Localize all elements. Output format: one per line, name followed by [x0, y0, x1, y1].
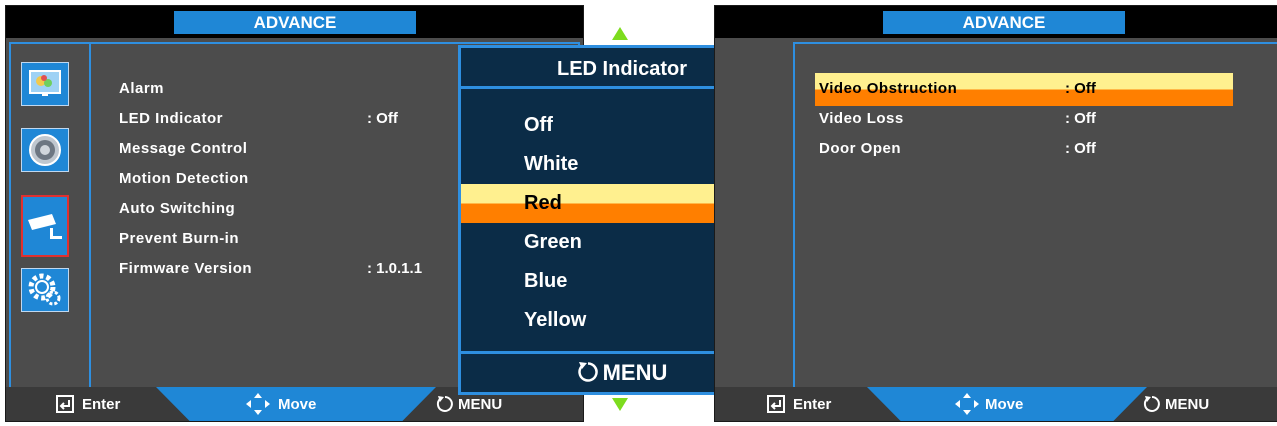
return-icon	[1143, 396, 1160, 412]
scroll-down-arrow-icon[interactable]	[612, 398, 628, 411]
return-icon	[436, 396, 453, 412]
category-sidebar	[11, 44, 91, 389]
menu-label: MENU	[1165, 396, 1210, 413]
menu-item-auto-switching[interactable]: Auto Switching	[119, 200, 235, 217]
enter-label: Enter	[82, 396, 121, 413]
return-icon	[577, 362, 598, 382]
enter-icon	[767, 395, 785, 413]
scroll-up-arrow-icon[interactable]	[612, 27, 628, 40]
enter-label: Enter	[793, 396, 832, 413]
enter-icon	[56, 395, 74, 413]
left-header-bar: ADVANCE	[6, 6, 583, 38]
picture-icon[interactable]	[21, 62, 69, 106]
right-advance-panel: ADVANCE Video Obstruction : Off Video Lo…	[714, 5, 1277, 422]
menu-item-alarm[interactable]: Alarm	[119, 80, 164, 97]
firmware-version-value: : 1.0.1.1	[367, 260, 423, 277]
video-loss-value: : Off	[1065, 110, 1096, 127]
menu-item-message-control[interactable]: Message Control	[119, 140, 247, 157]
menu-item-video-loss[interactable]: Video Loss	[819, 110, 904, 127]
menu-item-firmware-version[interactable]: Firmware Version	[119, 260, 252, 277]
move-label: Move	[985, 396, 1024, 413]
menu-item-prevent-burn-in[interactable]: Prevent Burn-in	[119, 230, 239, 247]
left-header-title: ADVANCE	[174, 11, 416, 34]
menu-item-led-indicator[interactable]: LED Indicator	[119, 110, 223, 127]
menu-item-door-open[interactable]: Door Open	[819, 140, 901, 157]
move-arrows-icon	[246, 393, 270, 415]
right-header-bar: ADVANCE	[715, 6, 1277, 38]
video-obstruction-value: : Off	[1065, 80, 1096, 97]
led-indicator-value: : Off	[367, 110, 398, 127]
menu-label: MENU	[458, 396, 503, 413]
right-content-area: Video Obstruction : Off Video Loss : Off…	[793, 42, 1277, 391]
menu-item-video-obstruction[interactable]: Video Obstruction	[819, 80, 957, 97]
right-footer-bar: Enter Move MENU	[715, 387, 1277, 421]
popup-menu-label: MENU	[602, 360, 668, 385]
settings-gears-icon[interactable]	[21, 268, 69, 312]
move-arrows-icon	[955, 393, 979, 415]
camera-icon[interactable]	[21, 195, 69, 257]
menu-item-motion-detection[interactable]: Motion Detection	[119, 170, 249, 187]
audio-icon[interactable]	[21, 128, 69, 172]
right-header-title: ADVANCE	[883, 11, 1125, 34]
move-label: Move	[278, 396, 317, 413]
door-open-value: : Off	[1065, 140, 1096, 157]
